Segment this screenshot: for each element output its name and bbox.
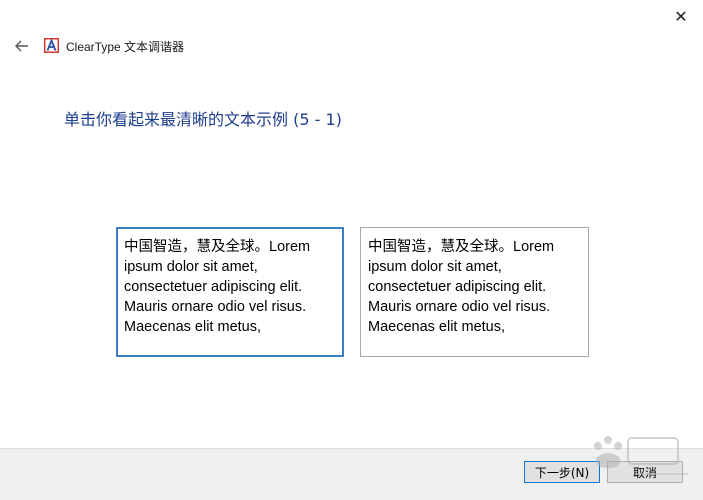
close-icon: ✕ <box>674 6 688 26</box>
close-button[interactable]: ✕ <box>665 4 697 28</box>
cleartype-tuner-window: ✕ ClearType 文本调谐器 单击你看起来最清晰的文本示例 (5 - 1)… <box>0 0 703 500</box>
footer-bar: 下一步(N) 取消 <box>0 448 703 500</box>
text-sample-2[interactable]: 中国智造，慧及全球。Lorem ipsum dolor sit amet, co… <box>360 227 589 357</box>
next-button[interactable]: 下一步(N) <box>524 461 600 483</box>
app-title: ClearType 文本调谐器 <box>66 40 185 54</box>
text-sample-1[interactable]: 中国智造，慧及全球。Lorem ipsum dolor sit amet, co… <box>116 227 344 357</box>
cancel-button[interactable]: 取消 <box>607 461 683 483</box>
back-button[interactable] <box>10 36 34 56</box>
instruction-heading: 单击你看起来最清晰的文本示例 (5 - 1) <box>64 110 342 129</box>
back-arrow-icon <box>15 40 28 52</box>
cleartype-app-icon <box>44 38 59 53</box>
